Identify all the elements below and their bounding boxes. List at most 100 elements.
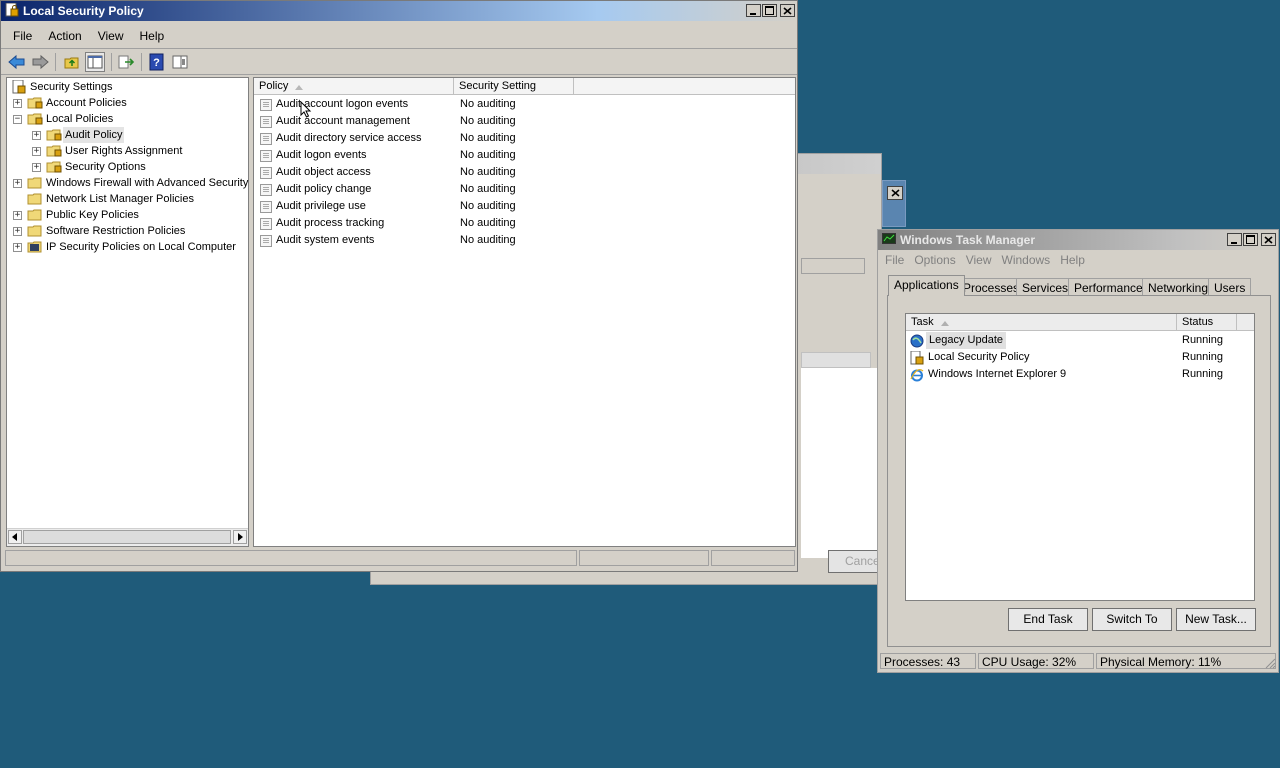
policy-row[interactable]: Audit directory service access No auditin… xyxy=(260,130,780,147)
expand-icon[interactable]: + xyxy=(32,146,41,156)
maximize-button[interactable] xyxy=(1243,233,1258,246)
tab-users[interactable]: Users xyxy=(1208,278,1252,296)
expand-icon[interactable]: + xyxy=(13,226,22,236)
menu-help[interactable]: Help xyxy=(132,26,173,46)
menu-file[interactable]: File xyxy=(880,250,909,270)
policy-icon xyxy=(260,200,272,213)
toolbar-separator xyxy=(111,53,112,71)
task-manager-window: Windows Task Manager File Options View W… xyxy=(877,229,1279,673)
policy-row[interactable]: Audit privilege use No auditing xyxy=(260,198,780,215)
policy-icon xyxy=(260,115,272,128)
tree-item[interactable]: + IP Security Policies on Local Computer xyxy=(13,239,236,255)
tree-item[interactable]: + Public Key Policies xyxy=(13,207,139,223)
expand-icon[interactable]: + xyxy=(13,210,22,220)
policy-setting: No auditing xyxy=(460,98,516,110)
status-section-3 xyxy=(711,550,795,566)
up-folder-icon xyxy=(64,57,79,69)
menu-view[interactable]: View xyxy=(90,26,132,46)
show-hide-tree-button[interactable] xyxy=(85,52,105,72)
folder-icon xyxy=(27,225,42,237)
close-button[interactable] xyxy=(1261,233,1276,246)
help-button[interactable]: ? xyxy=(148,53,166,71)
policy-row[interactable]: Audit system events No auditing xyxy=(260,232,780,249)
scroll-thumb[interactable] xyxy=(23,530,231,544)
tab-processes[interactable]: Processes xyxy=(957,278,1026,296)
tab-networking[interactable]: Networking xyxy=(1142,278,1215,296)
menu-options[interactable]: Options xyxy=(909,250,960,270)
tree-item[interactable]: + Software Restriction Policies xyxy=(13,223,185,239)
task-list[interactable]: Task Status Legacy Update Running Local … xyxy=(905,313,1255,601)
task-row[interactable]: Windows Internet Explorer 9 Running xyxy=(910,366,1250,383)
tree-item[interactable]: + Audit Policy xyxy=(32,127,125,143)
scroll-right-arrow[interactable] xyxy=(233,530,247,544)
tree-root[interactable]: Security Settings xyxy=(11,79,113,95)
scroll-left-arrow[interactable] xyxy=(8,530,22,544)
policy-row[interactable]: Audit logon events No auditing xyxy=(260,147,780,164)
expand-icon[interactable]: + xyxy=(32,162,41,172)
task-row[interactable]: Local Security Policy Running xyxy=(910,349,1250,366)
properties-view-button[interactable] xyxy=(171,53,189,71)
policy-list-pane[interactable]: Policy Security Setting Audit account lo… xyxy=(253,77,796,547)
policy-row[interactable]: Audit process tracking No auditing xyxy=(260,215,780,232)
menu-help[interactable]: Help xyxy=(1055,250,1090,270)
tree-item[interactable]: + Security Options xyxy=(32,159,146,175)
collapse-icon[interactable]: − xyxy=(13,114,22,124)
tree-item[interactable]: Network List Manager Policies xyxy=(13,191,194,207)
lsp-toolbar: ? xyxy=(5,51,205,73)
menu-windows[interactable]: Windows xyxy=(997,250,1056,270)
close-icon xyxy=(783,6,792,15)
svg-text:?: ? xyxy=(153,57,160,69)
expand-icon[interactable]: + xyxy=(13,242,22,252)
column-header-status[interactable]: Status xyxy=(1177,314,1237,331)
expand-icon[interactable]: + xyxy=(13,98,22,108)
tree-horizontal-scrollbar[interactable] xyxy=(7,528,248,546)
policy-setting: No auditing xyxy=(460,217,516,229)
close-button[interactable] xyxy=(780,4,795,17)
maximize-button[interactable] xyxy=(762,4,777,17)
taskmgr-titlebar[interactable]: Windows Task Manager xyxy=(878,230,1278,250)
status-section-1 xyxy=(5,550,577,566)
column-header-policy[interactable]: Policy xyxy=(254,78,454,95)
tree-item[interactable]: + Account Policies xyxy=(13,95,127,111)
tab-performance[interactable]: Performance xyxy=(1068,278,1149,296)
tab-applications[interactable]: Applications xyxy=(888,275,965,296)
security-policy-icon xyxy=(910,350,924,364)
tree-item[interactable]: + Windows Firewall with Advanced Security xyxy=(13,175,248,191)
right-arrow-icon xyxy=(238,533,243,541)
menu-view[interactable]: View xyxy=(961,250,997,270)
policy-row[interactable]: Audit account logon events No auditing xyxy=(260,96,780,113)
menu-action[interactable]: Action xyxy=(40,26,89,46)
tree-item[interactable]: + User Rights Assignment xyxy=(32,143,182,159)
switch-to-button[interactable]: Switch To xyxy=(1092,608,1172,631)
minimize-button[interactable] xyxy=(746,4,761,17)
policy-row[interactable]: Audit account management No auditing xyxy=(260,113,780,130)
folder-icon xyxy=(46,161,62,173)
column-header-task[interactable]: Task xyxy=(906,314,1177,331)
new-task-button[interactable]: New Task... xyxy=(1176,608,1256,631)
end-task-button[interactable]: End Task xyxy=(1008,608,1088,631)
tab-services[interactable]: Services xyxy=(1016,278,1075,296)
tree-item[interactable]: − Local Policies xyxy=(13,111,113,127)
policy-row[interactable]: Audit policy change No auditing xyxy=(260,181,780,198)
policy-icon xyxy=(260,183,272,196)
physical-memory: Physical Memory: 11% xyxy=(1096,653,1276,669)
forward-button[interactable] xyxy=(30,53,50,71)
up-folder-button[interactable] xyxy=(63,53,81,71)
expand-icon[interactable]: + xyxy=(13,178,22,188)
task-row[interactable]: Legacy Update Running xyxy=(910,332,1250,349)
minimize-button[interactable] xyxy=(1227,233,1242,246)
lsp-titlebar[interactable]: Local Security Policy xyxy=(1,1,797,21)
folder-icon xyxy=(27,241,42,253)
resize-grip-icon[interactable] xyxy=(1264,657,1276,669)
column-header-security-setting[interactable]: Security Setting xyxy=(454,78,574,95)
console-tree-pane[interactable]: Security Settings + Account Policies − Loca… xyxy=(6,77,249,547)
back-button[interactable] xyxy=(7,53,27,71)
menu-file[interactable]: File xyxy=(5,26,40,46)
background-dialog-panel xyxy=(801,368,877,558)
properties-view-icon xyxy=(172,55,188,69)
export-list-button[interactable] xyxy=(117,53,135,71)
expand-icon[interactable]: + xyxy=(32,130,41,140)
policy-row[interactable]: Audit object access No auditing xyxy=(260,164,780,181)
background-dialog-bar xyxy=(801,352,871,368)
background-close-button[interactable] xyxy=(882,180,906,227)
